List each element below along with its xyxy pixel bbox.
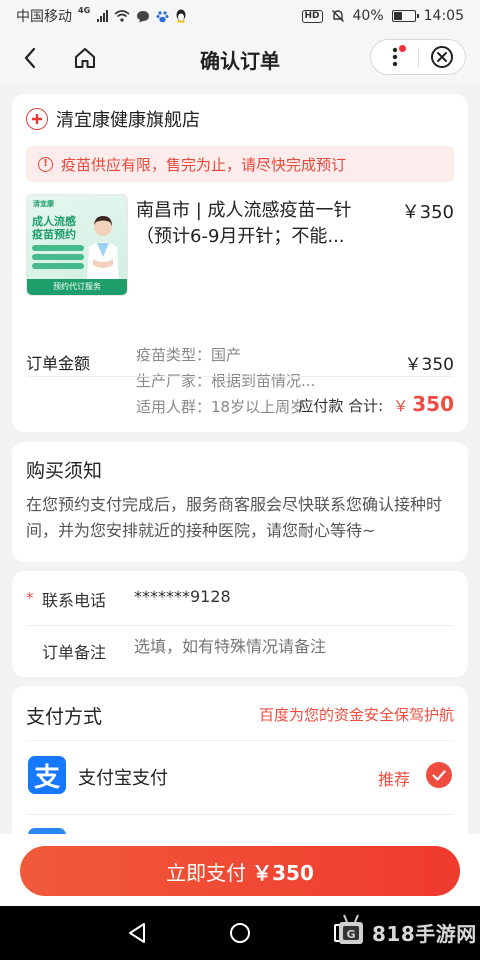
chevron-left-icon: [24, 47, 36, 69]
payment-option-alipay[interactable]: 支 支付宝支付 推荐: [12, 744, 468, 808]
contact-card: * 联系电话 *******9128 订单备注: [12, 571, 468, 677]
status-bar: 中国移动 4G HD 40% 14:05: [0, 0, 480, 32]
back-button[interactable]: [16, 44, 44, 72]
baidu-paw-icon: [156, 10, 169, 22]
clock: 14:05: [423, 8, 464, 24]
battery-percent: 40%: [352, 8, 384, 24]
qq-penguin-icon: [176, 9, 186, 23]
purchase-notice-card: 购买须知 在您预约支付完成后，服务商客服会尽快联系您确认接种时间，并为您安排就近…: [12, 442, 468, 562]
shop-logo-icon: [26, 108, 48, 130]
carrier-name: 中国移动: [16, 9, 72, 25]
nav-recents-button[interactable]: [328, 918, 358, 948]
doctor-illustration: [87, 216, 119, 281]
phone-field[interactable]: *******9128: [134, 587, 231, 606]
more-button[interactable]: [371, 39, 418, 75]
contact-divider: [26, 625, 454, 626]
supply-notice: ! 疫苗供应有限，售完为止，请尽快完成预订: [26, 146, 454, 182]
remark-input[interactable]: [134, 637, 434, 656]
message-icon: [137, 10, 150, 22]
payment-card: 支付方式 百度为您的资金安全保驾护航 支 支付宝支付 推荐: [12, 686, 468, 834]
payment-divider-2: [26, 814, 454, 815]
product-price: ￥350: [401, 202, 454, 223]
page-header: 确认订单: [0, 32, 480, 84]
recommend-badge: 推荐: [377, 770, 410, 789]
notification-dot: [399, 45, 406, 52]
circle-home-icon: [230, 923, 250, 943]
home-button[interactable]: [70, 43, 100, 73]
more-vertical-icon: [392, 47, 397, 67]
signal-icon: [97, 10, 109, 22]
attr-vaccine-type: 疫苗类型：国产: [136, 346, 242, 364]
order-content[interactable]: 清宜康健康旗舰店 ! 疫苗供应有限，售完为止，请尽快完成预订 清宜康 成人流感 …: [0, 84, 480, 834]
required-mark: *: [26, 589, 34, 607]
alert-icon: !: [38, 156, 53, 172]
pay-now-button[interactable]: 立即支付 ￥350: [20, 846, 460, 896]
shop-header[interactable]: 清宜康健康旗舰店: [26, 106, 200, 132]
selected-check-icon[interactable]: [426, 762, 452, 788]
battery-icon: [391, 10, 419, 22]
product-image-brand: 清宜康: [33, 200, 54, 208]
attr-manufacturer: 生产厂家：根据到苗情况...: [136, 372, 316, 390]
mute-bell-icon: [331, 10, 344, 22]
shop-name: 清宜康健康旗舰店: [56, 110, 200, 131]
mini-program-capsule: [370, 39, 466, 75]
purchase-notice-text: 在您预约支付完成后，服务商客服会尽快联系您确认接种时间，并为您安排就近的接种医院…: [26, 495, 443, 540]
order-item-card: 清宜康健康旗舰店 ! 疫苗供应有限，售完为止，请尽快完成预订 清宜康 成人流感 …: [12, 94, 468, 432]
system-nav-bar: [0, 906, 480, 960]
payment-option-name: 支付宝支付: [78, 768, 168, 789]
supply-notice-text: 疫苗供应有限，售完为止，请尽快完成预订: [61, 155, 347, 174]
square-recents-icon: [334, 924, 352, 942]
product-image-title: 成人流感 疫苗预约: [32, 215, 76, 241]
purchase-notice-title: 购买须知: [26, 460, 103, 482]
phone-label: 联系电话: [42, 591, 107, 610]
wifi-icon: [114, 10, 130, 22]
network-type: 4G: [78, 6, 91, 15]
product-image-footer: 预约代订服务: [27, 279, 127, 295]
hd-badge: HD: [301, 9, 323, 23]
attr-target-group: 适用人群：18岁以上周岁: [136, 398, 306, 416]
remark-label: 订单备注: [42, 643, 107, 662]
nav-back-button[interactable]: [122, 918, 152, 948]
payment-title: 支付方式: [26, 706, 103, 728]
triangle-back-icon: [129, 923, 145, 943]
home-icon: [75, 48, 95, 68]
checkout-bar: 立即支付 ￥350: [0, 834, 480, 906]
nav-home-button[interactable]: [225, 918, 255, 948]
close-circle-icon: [430, 46, 453, 68]
product-name[interactable]: 南昌市 | 成人流感疫苗一针（预计6-9月开针；不能...: [136, 198, 366, 250]
product-image-tags: [32, 245, 84, 272]
payment-divider: [26, 740, 454, 741]
payment-safety-text: 百度为您的资金安全保驾护航: [258, 706, 454, 724]
product-image[interactable]: 清宜康 成人流感 疫苗预约 预约代订服务: [26, 194, 128, 296]
alipay-icon: 支: [28, 756, 66, 794]
close-mini-program-button[interactable]: [419, 39, 465, 75]
